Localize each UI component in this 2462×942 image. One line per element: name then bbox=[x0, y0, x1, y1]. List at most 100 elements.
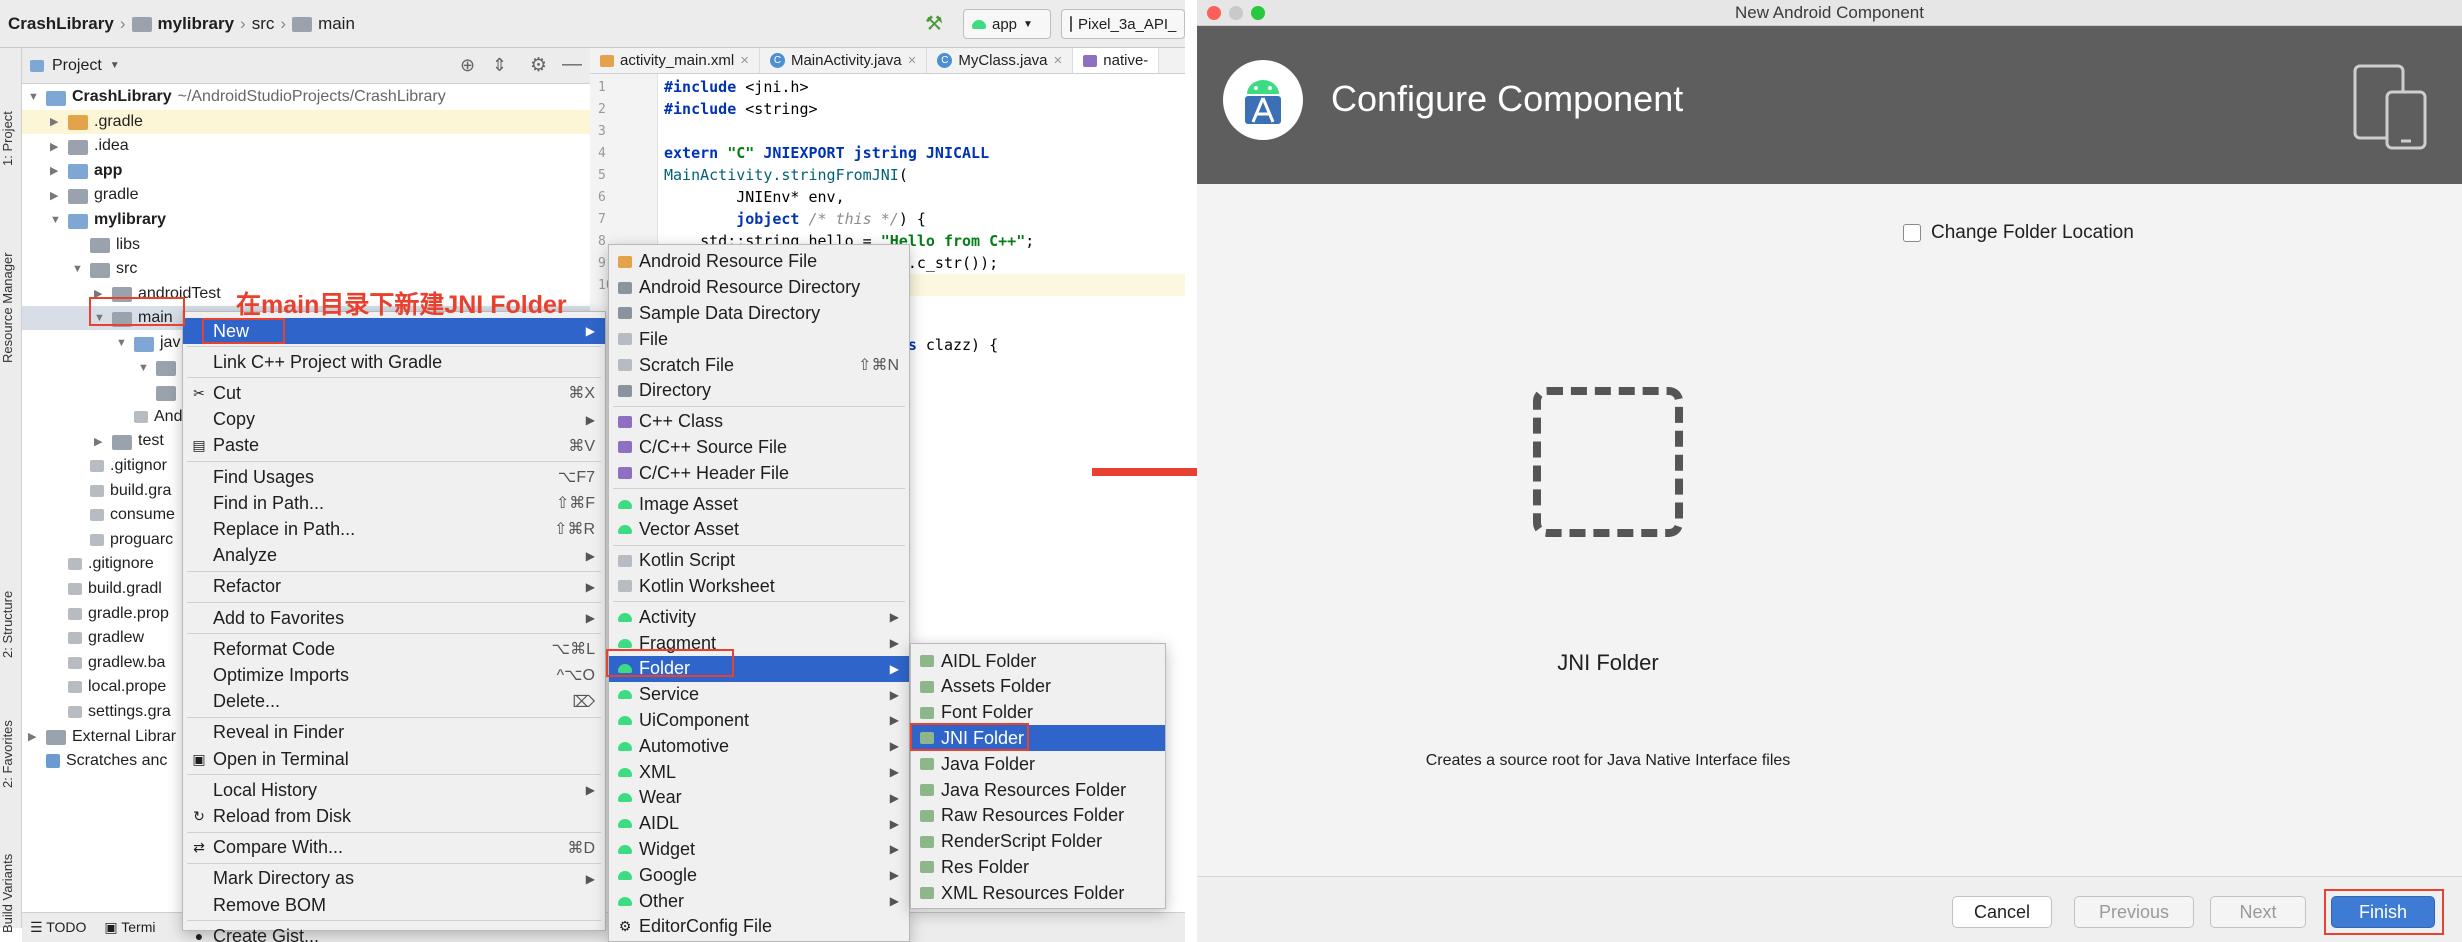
previous-button[interactable]: Previous bbox=[2074, 896, 2194, 928]
menu-item[interactable]: Image Asset bbox=[609, 491, 909, 517]
menu-item[interactable]: Find in Path... ⇧⌘F bbox=[183, 490, 605, 516]
menu-item[interactable]: RenderScript Folder bbox=[911, 829, 1165, 855]
tree-arrow-icon[interactable]: ▼ bbox=[138, 362, 150, 374]
tree-arrow-icon[interactable]: ▶ bbox=[50, 115, 62, 128]
finish-button[interactable]: Finish bbox=[2331, 896, 2435, 928]
menu-item[interactable]: AIDL Folder bbox=[911, 648, 1165, 674]
menu-item[interactable]: Refactor ▶ bbox=[183, 574, 605, 600]
menu-item[interactable]: ▣ Open in Terminal bbox=[183, 746, 605, 772]
breadcrumb-main[interactable]: main bbox=[292, 14, 355, 34]
tool-tab-build-variants[interactable]: Build Variants bbox=[0, 823, 22, 933]
change-folder-checkbox[interactable] bbox=[1903, 224, 1921, 242]
menu-item[interactable]: Service ▶ bbox=[609, 682, 909, 708]
menu-item[interactable]: JNI Folder bbox=[911, 725, 1165, 752]
tree-item[interactable]: libs bbox=[22, 233, 590, 257]
menu-item[interactable]: Link C++ Project with Gradle bbox=[183, 349, 605, 375]
close-window-button[interactable] bbox=[1207, 6, 1221, 20]
menu-item[interactable]: Local History ▶ bbox=[183, 777, 605, 803]
device-select[interactable]: Pixel_3a_API_ bbox=[1061, 9, 1185, 39]
tree-arrow-icon[interactable]: ▼ bbox=[94, 312, 106, 324]
menu-item[interactable]: AIDL ▶ bbox=[609, 811, 909, 837]
menu-item[interactable]: Mark Directory as ▶ bbox=[183, 866, 605, 892]
tree-item[interactable]: ▼ mylibrary bbox=[22, 208, 590, 232]
close-icon[interactable]: × bbox=[1054, 52, 1063, 69]
tab-activity-main[interactable]: activity_main.xml × bbox=[590, 48, 760, 73]
menu-item[interactable]: Font Folder bbox=[911, 700, 1165, 726]
tree-item[interactable]: ▼ CrashLibrary ~/AndroidStudioProjects/Cra… bbox=[22, 85, 590, 109]
project-view-select[interactable]: Project bbox=[52, 57, 102, 75]
code-line[interactable]: extern "C" JNIEXPORT jstring JNICALL bbox=[664, 144, 989, 162]
change-folder-option[interactable]: Change Folder Location bbox=[1903, 222, 2134, 244]
menu-item[interactable]: Java Resources Folder bbox=[911, 777, 1165, 803]
tree-item[interactable]: ▶ gradle bbox=[22, 183, 590, 207]
menu-item[interactable]: Replace in Path... ⇧⌘R bbox=[183, 516, 605, 542]
collapse-icon[interactable]: ⇕ bbox=[492, 55, 507, 76]
menu-item[interactable]: C/C++ Source File bbox=[609, 435, 909, 461]
tree-arrow-icon[interactable]: ▼ bbox=[72, 263, 84, 275]
menu-item[interactable]: ✂ Cut ⌘X bbox=[183, 380, 605, 406]
run-config-select[interactable]: app ▼ bbox=[963, 9, 1051, 39]
menu-item[interactable]: File bbox=[609, 326, 909, 352]
menu-item[interactable]: Scratch File ⇧⌘N bbox=[609, 352, 909, 378]
menu-item[interactable]: ⚙ EditorConfig File bbox=[609, 914, 909, 940]
tab-native-lib[interactable]: native- bbox=[1073, 48, 1160, 73]
menu-item[interactable]: Folder ▶ bbox=[609, 656, 909, 682]
menu-item[interactable]: ▤ Paste ⌘V bbox=[183, 433, 605, 459]
tree-item[interactable]: ▼ src bbox=[22, 257, 590, 281]
menu-item[interactable]: C++ Class bbox=[609, 409, 909, 435]
menu-item[interactable]: New ▶ bbox=[183, 318, 605, 345]
tool-tab-resource-manager[interactable]: Resource Manager bbox=[0, 188, 22, 363]
menu-item[interactable]: XML Resources Folder bbox=[911, 880, 1165, 906]
tree-arrow-icon[interactable]: ▶ bbox=[50, 189, 62, 202]
zoom-window-button[interactable] bbox=[1251, 6, 1265, 20]
menu-item[interactable]: Reformat Code ⌥⌘L bbox=[183, 636, 605, 662]
menu-item[interactable]: XML ▶ bbox=[609, 759, 909, 785]
menu-item[interactable]: ⇄ Compare With... ⌘D bbox=[183, 835, 605, 861]
menu-item[interactable]: Vector Asset bbox=[609, 517, 909, 543]
tab-main-activity[interactable]: C MainActivity.java × bbox=[760, 48, 928, 73]
menu-item[interactable]: Google ▶ bbox=[609, 862, 909, 888]
menu-item[interactable]: Activity ▶ bbox=[609, 604, 909, 630]
code-line[interactable]: MainActivity.stringFromJNI( bbox=[664, 166, 908, 184]
menu-item[interactable]: Remove BOM bbox=[183, 892, 605, 918]
target-icon[interactable]: ⊕ bbox=[460, 55, 475, 76]
menu-item[interactable]: Android Resource File bbox=[609, 249, 909, 275]
tree-arrow-icon[interactable]: ▶ bbox=[28, 730, 40, 743]
cancel-button[interactable]: Cancel bbox=[1952, 896, 2052, 928]
minimize-window-button[interactable] bbox=[1229, 6, 1243, 20]
menu-item[interactable]: Analyze ▶ bbox=[183, 543, 605, 569]
menu-item[interactable]: Find Usages ⌥F7 bbox=[183, 464, 605, 490]
menu-item[interactable]: UiComponent ▶ bbox=[609, 708, 909, 734]
menu-item[interactable]: Copy ▶ bbox=[183, 407, 605, 433]
menu-item[interactable]: Android Resource Directory bbox=[609, 275, 909, 301]
tree-arrow-icon[interactable]: ▶ bbox=[50, 140, 62, 153]
gear-icon[interactable]: ⚙ bbox=[530, 54, 547, 77]
menu-item[interactable]: ● Create Gist... bbox=[183, 923, 605, 942]
tab-terminal[interactable]: ▣ Termi bbox=[104, 919, 155, 936]
tool-tab-favorites[interactable]: 2: Favorites bbox=[0, 688, 22, 788]
breadcrumb[interactable]: CrashLibrary bbox=[8, 14, 114, 34]
menu-item[interactable]: Widget ▶ bbox=[609, 837, 909, 863]
tab-todo[interactable]: ☰ TODO bbox=[30, 919, 86, 936]
tree-arrow-icon[interactable]: ▼ bbox=[28, 91, 40, 103]
menu-item[interactable]: Res Folder bbox=[911, 854, 1165, 880]
chevron-down-icon[interactable]: ▼ bbox=[110, 60, 120, 71]
code-line[interactable]: #include <jni.h> bbox=[664, 78, 809, 96]
menu-item[interactable]: Add to Favorites ▶ bbox=[183, 605, 605, 631]
close-icon[interactable]: × bbox=[908, 52, 917, 69]
menu-item[interactable]: Sample Data Directory bbox=[609, 301, 909, 327]
tree-item[interactable]: ▶ .gradle bbox=[22, 109, 590, 134]
tree-arrow-icon[interactable]: ▼ bbox=[116, 337, 128, 349]
breadcrumb-src[interactable]: src bbox=[252, 14, 275, 34]
next-button[interactable]: Next bbox=[2210, 896, 2306, 928]
menu-item[interactable]: Other ▶ bbox=[609, 888, 909, 914]
code-line[interactable]: JNIEnv* env, bbox=[664, 188, 844, 206]
menu-item[interactable]: Raw Resources Folder bbox=[911, 803, 1165, 829]
menu-item[interactable]: C/C++ Header File bbox=[609, 460, 909, 486]
close-icon[interactable]: × bbox=[740, 52, 749, 69]
menu-item[interactable]: ↻ Reload from Disk bbox=[183, 803, 605, 829]
tab-my-class[interactable]: C MyClass.java × bbox=[927, 48, 1074, 73]
menu-item[interactable]: Java Folder bbox=[911, 751, 1165, 777]
tree-item[interactable]: ▶ .idea bbox=[22, 134, 590, 158]
menu-item[interactable]: Kotlin Worksheet bbox=[609, 574, 909, 600]
